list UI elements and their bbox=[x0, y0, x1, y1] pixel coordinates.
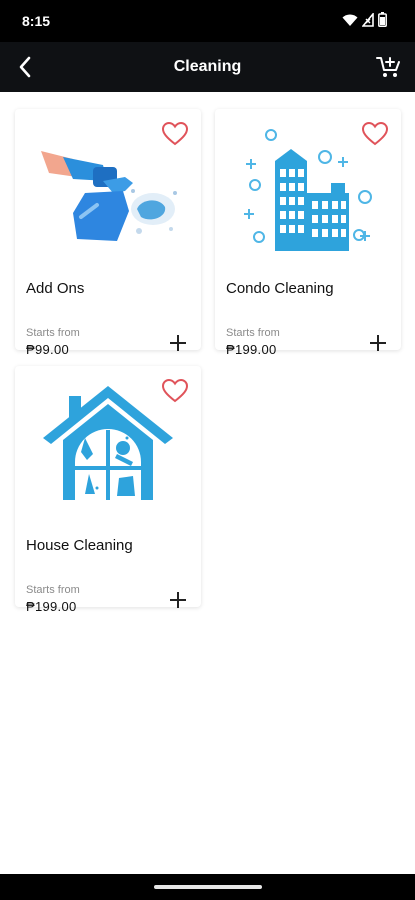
service-card-condo-cleaning[interactable]: Condo Cleaning Starts from ₱199.00 bbox=[215, 109, 401, 357]
app-bar: Cleaning bbox=[0, 42, 415, 92]
starts-from-label: Starts from bbox=[26, 584, 80, 596]
status-time: 8:15 bbox=[22, 13, 51, 29]
heart-icon[interactable] bbox=[161, 121, 189, 147]
starts-from-label: Starts from bbox=[226, 327, 280, 339]
heart-icon[interactable] bbox=[361, 121, 389, 147]
starts-from-label: Starts from bbox=[26, 327, 80, 339]
cart-add-icon bbox=[376, 57, 400, 77]
add-icon[interactable] bbox=[368, 333, 388, 353]
system-nav-bar bbox=[0, 874, 415, 900]
service-price: ₱199.00 bbox=[26, 599, 77, 614]
service-name: House Cleaning bbox=[26, 537, 133, 554]
signal-icon bbox=[362, 12, 374, 27]
service-card-add-ons[interactable]: Add Ons Starts from ₱99.00 bbox=[15, 109, 201, 357]
service-card-house-cleaning[interactable]: House Cleaning Starts from ₱199.00 bbox=[15, 366, 201, 614]
cart-button[interactable] bbox=[373, 52, 405, 82]
service-price: ₱199.00 bbox=[226, 342, 277, 357]
add-icon[interactable] bbox=[168, 590, 188, 610]
heart-icon[interactable] bbox=[161, 378, 189, 404]
status-icons bbox=[342, 12, 387, 27]
status-bar: 8:15 bbox=[0, 0, 415, 42]
wifi-icon bbox=[342, 14, 358, 26]
service-name: Add Ons bbox=[26, 280, 85, 297]
home-gesture-handle[interactable] bbox=[154, 885, 262, 889]
page-title: Cleaning bbox=[173, 58, 242, 75]
add-icon[interactable] bbox=[168, 333, 188, 353]
battery-icon bbox=[378, 12, 387, 27]
service-price: ₱99.00 bbox=[26, 342, 70, 357]
service-name: Condo Cleaning bbox=[226, 280, 334, 297]
